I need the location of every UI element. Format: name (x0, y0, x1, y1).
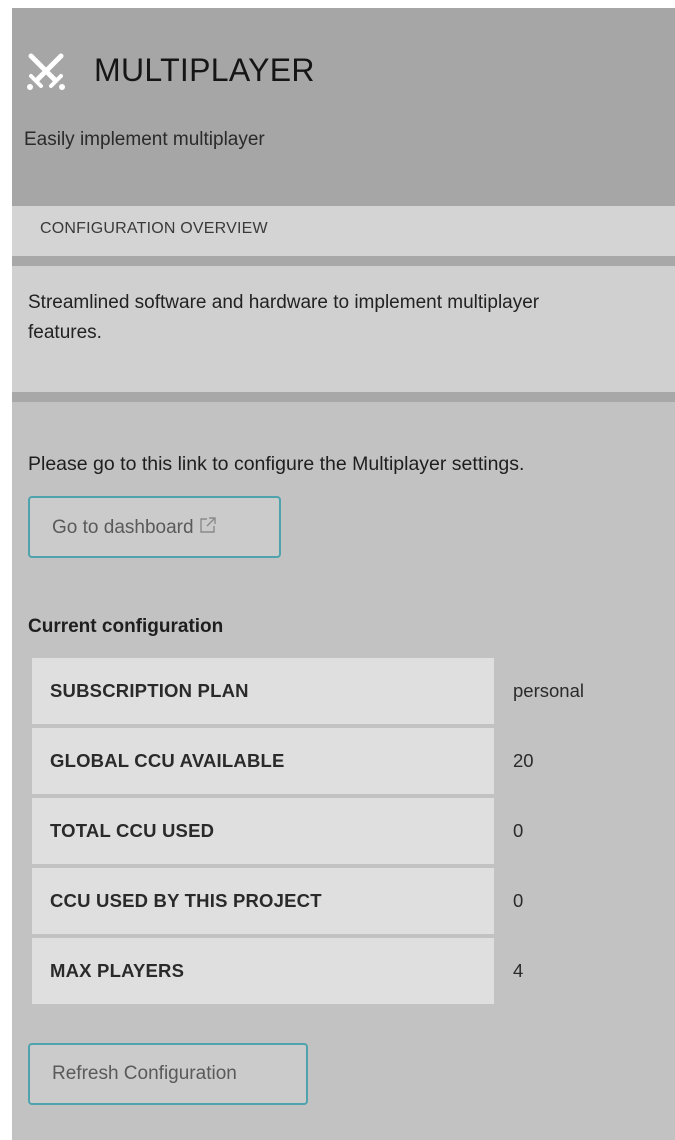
external-link-icon (199, 517, 216, 533)
config-key-cell: GLOBAL CCU AVAILABLE (32, 728, 494, 794)
table-row: MAX PLAYERS 4 (32, 938, 672, 1004)
service-header: MULTIPLAYER Easily implement multiplayer (12, 8, 675, 206)
page-subtitle: Easily implement multiplayer (24, 129, 265, 150)
dashboard-instruction: Please go to this link to configure the … (28, 453, 525, 475)
config-key-cell: SUBSCRIPTION PLAN (32, 658, 494, 724)
crossed-swords-icon (27, 53, 65, 90)
config-key: TOTAL CCU USED (50, 820, 215, 841)
config-key-cell: CCU USED BY THIS PROJECT (32, 868, 494, 934)
current-configuration-heading: Current configuration (28, 616, 224, 637)
config-key: CCU USED BY THIS PROJECT (50, 890, 322, 911)
table-row: TOTAL CCU USED 0 (32, 798, 672, 864)
config-key: SUBSCRIPTION PLAN (50, 680, 249, 701)
page-title: MULTIPLAYER (94, 52, 315, 88)
configuration-overview-header: CONFIGURATION OVERVIEW (12, 206, 675, 266)
config-key-cell: TOTAL CCU USED (32, 798, 494, 864)
config-key: MAX PLAYERS (50, 960, 185, 981)
refresh-button-label: Refresh Configuration (52, 1063, 237, 1084)
config-value: personal (513, 680, 584, 701)
dashboard-button-label: Go to dashboard (52, 517, 194, 538)
service-description: Streamlined software and hardware to imp… (12, 266, 675, 402)
config-key-cell: MAX PLAYERS (32, 938, 494, 1004)
config-key: GLOBAL CCU AVAILABLE (50, 750, 285, 771)
table-row: GLOBAL CCU AVAILABLE 20 (32, 728, 672, 794)
config-value: 0 (513, 820, 524, 841)
description-text: Streamlined software and hardware to imp… (28, 292, 540, 343)
config-value: 20 (513, 750, 534, 771)
go-to-dashboard-button[interactable]: Go to dashboard (28, 496, 281, 558)
section-header-label: CONFIGURATION OVERVIEW (40, 220, 268, 237)
dashboard-button-content: Go to dashboard (52, 515, 218, 540)
refresh-configuration-button[interactable]: Refresh Configuration (28, 1043, 308, 1105)
config-value: 0 (513, 890, 524, 911)
config-value: 4 (513, 960, 524, 981)
multiplayer-service-panel: MULTIPLAYER Easily implement multiplayer… (12, 8, 675, 1140)
table-row: SUBSCRIPTION PLAN personal (32, 658, 672, 724)
table-row: CCU USED BY THIS PROJECT 0 (32, 868, 672, 934)
